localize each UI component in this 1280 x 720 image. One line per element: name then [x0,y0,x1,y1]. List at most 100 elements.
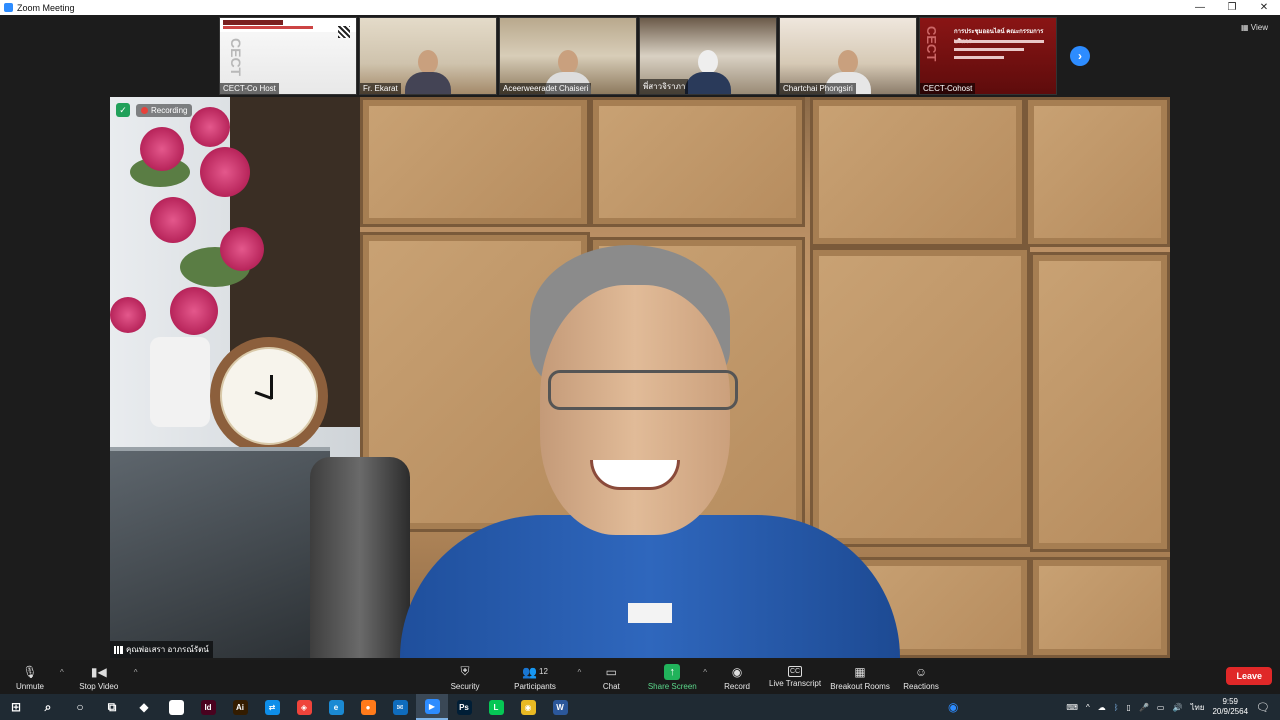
task-view-glyph: ⧉ [107,699,117,714]
cortana-icon[interactable]: ○ [64,694,96,720]
active-speaker-video: ✓ Recording คุณพ่อเสรา อาภรณ์รัตน์ [110,97,1170,658]
edge-glyph: e [328,699,344,715]
input-language[interactable]: ไทย [1190,701,1204,714]
participant-name: CECT-Co Host [220,83,279,94]
share-screen-button[interactable]: ↑ Share Screen [641,660,703,694]
record-dot-icon [141,106,148,114]
participant-tile[interactable]: Fr. Ekarat [359,17,497,95]
slide-title: การประชุมออนไลน์ คณะกรรมการบริหาร [954,29,1044,45]
chair [310,457,410,658]
participants-icon: 👥 12 [522,664,548,679]
github-icon[interactable]: ● [160,694,192,720]
live-transcript-button[interactable]: CC Live Transcript [767,660,823,694]
meeting-stage: ▦ View CECT CECT-Co Host Fr. Ekarat Acee… [0,15,1280,660]
bluetooth-icon[interactable]: ᛒ [1114,703,1119,712]
signal-strength-icon [114,645,123,654]
mail-icon[interactable]: ✉ [384,694,416,720]
participant-name: Chartchai Phongsiri [780,83,856,94]
slide-vertical-text: CECT [228,38,244,77]
share-screen-label: Share Screen [647,681,697,691]
close-button[interactable]: ✕ [1248,0,1280,15]
slide-line [954,56,1004,59]
edge-icon[interactable]: e [320,694,352,720]
participant-tile[interactable]: Aceerweeradet Chaiseri [499,17,637,95]
zoom-logo-icon [4,3,13,12]
cabinet-door [590,97,805,227]
view-label: View [1250,23,1268,32]
next-page-arrow-icon[interactable]: › [1070,46,1090,66]
meeting-toolbar: 🎙 Unmute ^ ▮◀ Stop Video ^ ⛨ Security 👥 1… [0,660,1280,694]
participant-video [405,50,451,94]
teamviewer-icon[interactable]: ⇄ [256,694,288,720]
shield-icon[interactable]: ✓ [116,103,130,117]
shield-icon: ⛨ [460,664,470,678]
search-icon[interactable]: ⌕ [32,694,64,720]
clock-time: 9:59 [1222,697,1239,706]
reactions-button[interactable]: ☺ Reactions [897,660,945,694]
firefox-icon[interactable]: ● [352,694,384,720]
leave-button[interactable]: Leave [1226,667,1272,685]
battery-icon[interactable]: ▯ [1127,703,1131,712]
restore-button[interactable]: ❐ [1216,0,1248,15]
slide-line [954,48,1024,51]
reactions-label: Reactions [903,681,939,691]
breakout-rooms-label: Breakout Rooms [830,681,890,691]
participant-tile[interactable]: Chartchai Phongsiri [779,17,917,95]
cabinet-drawer [1030,557,1170,658]
notifications-icon[interactable]: 🗨 [1256,701,1270,714]
firefox-glyph: ● [360,699,376,715]
line-glyph: L [488,699,504,715]
participant-tile[interactable]: พี่สาวจิราภา [639,17,777,95]
unmute-button[interactable]: 🎙 Unmute [0,660,60,694]
breakout-rooms-grid-icon: ▦ [854,664,866,679]
record-button[interactable]: ◉ Record [707,660,767,694]
slide-title-bar [223,20,283,25]
microphone-icon[interactable]: 🎤 [1139,703,1149,712]
participant-tile[interactable]: CECT การประชุมออนไลน์ คณะกรรมการบริหาร C… [919,17,1057,95]
flower-vase [110,97,300,427]
chrome-icon[interactable]: ◉ [512,694,544,720]
view-button[interactable]: ▦ View [1241,23,1268,32]
network-icon[interactable]: ▭ [1157,703,1165,712]
system-clock[interactable]: 9:59 20/9/2564 [1212,697,1248,717]
windows-start-glyph: ⊞ [10,700,22,714]
onedrive-icon[interactable]: ☁ [1098,703,1106,712]
participant-name: Aceerweeradet Chaiseri [500,83,592,94]
breakout-rooms-button[interactable]: ▦ Breakout Rooms [823,660,897,694]
keyboard-icon[interactable]: ⌨ [1066,703,1078,712]
minimize-button[interactable]: — [1184,0,1216,15]
participants-button[interactable]: 👥 12 Participants [493,660,578,694]
chat-button[interactable]: ▭ Chat [581,660,641,694]
windows-start-icon[interactable]: ⊞ [0,694,32,720]
security-button[interactable]: ⛨ Security [438,660,493,694]
line-icon[interactable]: L [480,694,512,720]
photoshop-icon[interactable]: Ps [448,694,480,720]
smiley-plus-icon: ☺ [914,664,928,679]
participants-count: 12 [539,667,548,676]
indesign-icon[interactable]: Id [192,694,224,720]
dropbox-icon[interactable]: ◆ [128,694,160,720]
photoshop-glyph: Ps [456,699,472,715]
stop-video-button[interactable]: ▮◀ Stop Video [64,660,134,694]
stop-video-label: Stop Video [79,681,119,691]
show-hidden-icons-chevron-icon[interactable]: ^ [1086,703,1090,712]
word-icon[interactable]: W [544,694,576,720]
participant-name: Fr. Ekarat [360,83,401,94]
volume-icon[interactable]: 🔊 [1172,703,1182,712]
zoom-icon[interactable]: ▶ [416,694,448,720]
participant-name: CECT-Cohost [920,83,976,94]
video-options-chevron-icon[interactable]: ^ [134,668,138,677]
qr-code-icon [338,26,350,38]
zoom-glyph: ▶ [424,698,440,714]
anydesk-icon[interactable]: ◈ [288,694,320,720]
participant-tile[interactable]: CECT CECT-Co Host [219,17,357,95]
speaker-person [400,245,900,658]
clock-date: 20/9/2564 [1212,707,1249,716]
cabinet-door [1030,252,1170,552]
slide-vertical-text: CECT [924,26,939,62]
dropbox-glyph: ◆ [139,700,149,714]
task-view-icon[interactable]: ⧉ [96,694,128,720]
illustrator-icon[interactable]: Ai [224,694,256,720]
anydesk-glyph: ◈ [296,699,312,715]
zoom-tray-icon[interactable]: ◉ [948,700,958,714]
